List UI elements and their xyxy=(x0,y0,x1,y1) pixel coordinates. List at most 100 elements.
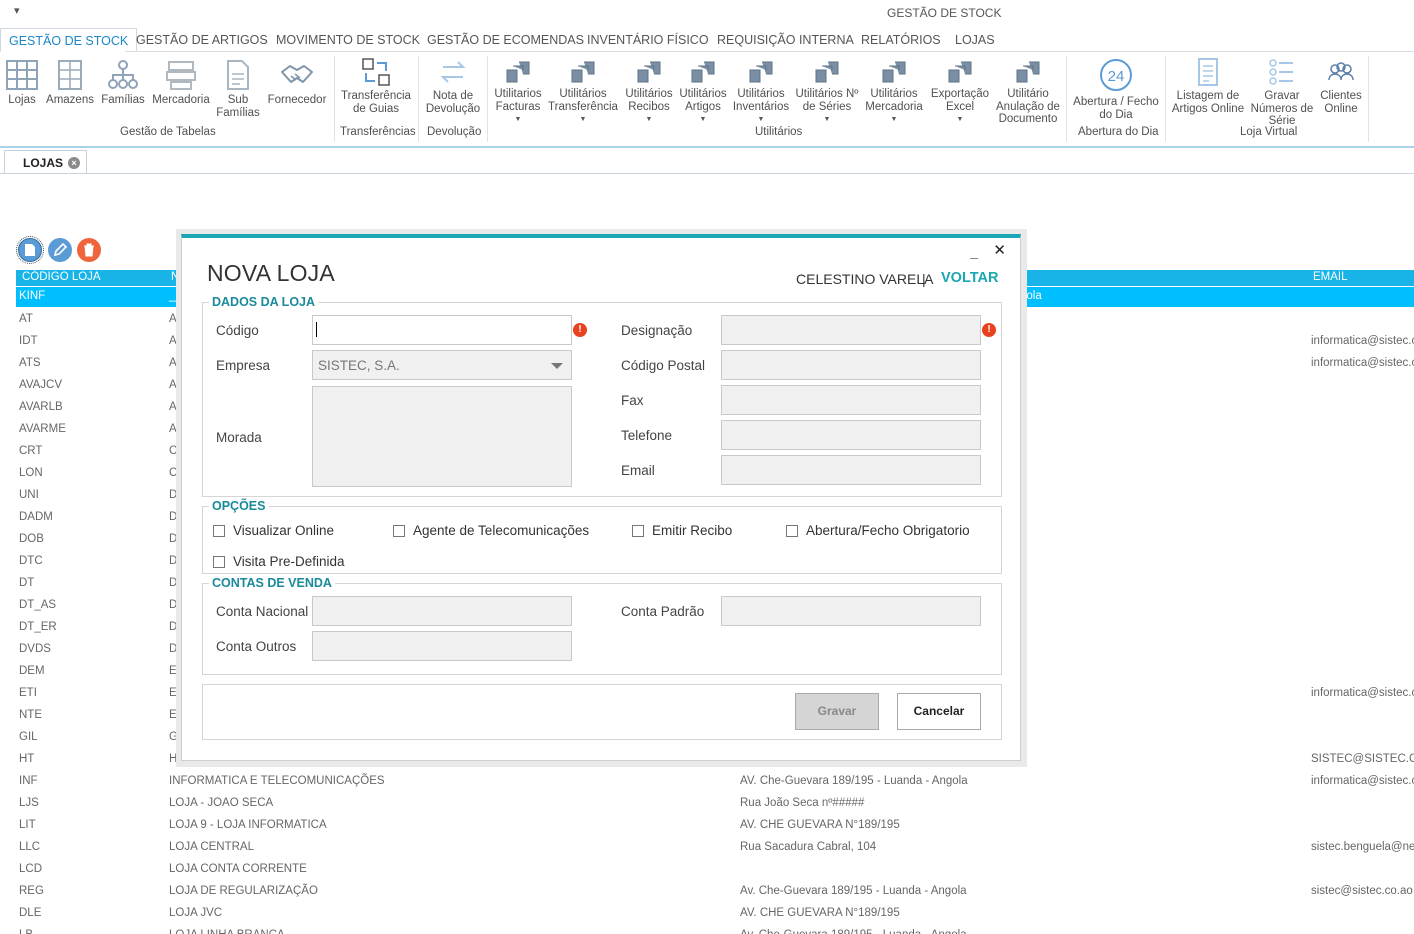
utilitarios-inventarios-button[interactable]: Utilitários Inventários ▼ xyxy=(730,58,792,127)
delete-record-button[interactable] xyxy=(77,238,101,262)
utilitarios-inventarios-label-1: Utilitários xyxy=(737,88,785,100)
table-row[interactable]: LJS LOJA - JOAO SECA Rua João Seca nº##### xyxy=(16,793,1414,815)
conta-nacional-field[interactable] xyxy=(312,596,572,626)
tab-gestao-de-stock[interactable]: GESTÃO DE STOCK xyxy=(0,28,138,52)
familias-button[interactable]: Famílias xyxy=(100,60,146,107)
voltar-link[interactable]: VOLTAR xyxy=(941,270,998,286)
cell-address: AV. CHE GUEVARA N°189/195 xyxy=(740,907,900,919)
cell-name: LOJA JVC xyxy=(169,907,223,919)
transferencia-guias-button[interactable]: Transferência de Guias xyxy=(338,58,414,115)
utilitarios-artigos-button[interactable]: Utilitários Artigos ▼ xyxy=(678,58,728,127)
checkbox-box[interactable] xyxy=(393,524,405,537)
new-record-button[interactable] xyxy=(16,236,44,264)
empresa-select[interactable]: SISTEC, S.A. xyxy=(312,350,572,380)
utilitarios-transferencia-label-1: Utilitários xyxy=(559,88,607,100)
boxes-icon xyxy=(166,61,196,90)
cell-code: AT xyxy=(19,313,33,325)
conta-outros-field[interactable] xyxy=(312,631,572,661)
cell-email: informatica@sistec.c xyxy=(1311,775,1414,787)
gravar-numeros-serie-button[interactable]: Gravar Números de Série xyxy=(1248,58,1316,128)
table-row[interactable]: INF INFORMATICA E TELECOMUNICAÇÕES AV. Che… xyxy=(16,771,1414,793)
nota-devolucao-button[interactable]: Nota de Devolução xyxy=(420,58,486,115)
gravar-numeros-label-2: Números de xyxy=(1250,102,1314,115)
list-document-icon xyxy=(1198,58,1218,86)
table-row[interactable]: LCD LOJA CONTA CORRENTE xyxy=(16,859,1414,881)
clientes-online-button[interactable]: Clientes Online xyxy=(1316,58,1366,115)
sub-familias-button[interactable]: Sub Famílias xyxy=(214,60,262,119)
fax-field[interactable] xyxy=(721,385,981,415)
stack-icon xyxy=(691,61,715,83)
table-row[interactable]: REG LOJA DE REGULARIZAÇÃO Av. Che-Guevara … xyxy=(16,881,1414,903)
chevron-down-icon: ▼ xyxy=(699,116,707,123)
transferencia-label-1: Transferência xyxy=(341,90,411,102)
designacao-field[interactable] xyxy=(721,315,981,345)
group-separator xyxy=(1165,56,1166,142)
cell-email: sistec.benguela@ne xyxy=(1311,841,1414,853)
minimize-button[interactable]: _ xyxy=(970,244,978,260)
utilitarios-transferencia-button[interactable]: Utilitários Transferência ▼ xyxy=(546,58,620,127)
codigo-postal-field[interactable] xyxy=(721,350,981,380)
contas-venda-section: CONTAS DE VENDA Conta Nacional Conta Out… xyxy=(202,576,1002,675)
cell-email: informatica@sistec.c xyxy=(1311,687,1414,699)
checkbox-box[interactable] xyxy=(213,524,225,537)
cell-name: INFORMATICA E TELECOMUNICAÇÕES xyxy=(169,775,385,787)
abertura-fecho-checkbox[interactable]: Abertura/Fecho Obrigatorio xyxy=(786,523,970,538)
tab-relatorios[interactable]: RELATÓRIOS xyxy=(853,28,949,52)
column-header-code[interactable]: CÓDIGO LOJA xyxy=(22,271,101,283)
conta-padrao-field[interactable] xyxy=(721,596,981,626)
utilitarios-mercadoria-button[interactable]: Utilitários Mercadoria ▼ xyxy=(862,58,926,127)
exportacao-excel-button[interactable]: Exportação Excel ▼ xyxy=(928,58,992,127)
tab-inventario-fisico[interactable]: INVENTÁRIO FÍSICO xyxy=(579,28,717,52)
cell-code: DLE xyxy=(19,907,42,919)
email-field[interactable] xyxy=(721,455,981,485)
amazens-button[interactable]: Amazens xyxy=(44,60,96,107)
utilitarios-recibos-label-1: Utilitários xyxy=(625,88,673,100)
cell-email: informatica@sistec.c xyxy=(1311,335,1414,347)
checkbox-box[interactable] xyxy=(632,524,644,537)
checkbox-box[interactable] xyxy=(786,524,798,537)
utilitarios-series-button[interactable]: Utilitários Nº de Séries ▼ xyxy=(794,58,860,127)
document-tab-lojas[interactable]: LOJAS × xyxy=(4,150,88,174)
lojas-button[interactable]: Lojas xyxy=(2,60,42,107)
gravar-button[interactable]: Gravar xyxy=(795,693,879,730)
quick-access-dropdown[interactable]: ▾ xyxy=(14,4,20,17)
utilitarios-recibos-button[interactable]: Utilitários Recibos ▼ xyxy=(622,58,676,127)
abertura-fecho-label-2: do Dia xyxy=(1099,108,1133,121)
tab-gestao-de-artigos[interactable]: GESTÃO DE ARTIGOS xyxy=(128,28,276,52)
fornecedor-button[interactable]: Fornecedor xyxy=(264,60,330,107)
table-row[interactable]: LIT LOJA 9 - LOJA INFORMATICA AV. CHE GUEV… xyxy=(16,815,1414,837)
tab-lojas[interactable]: LOJAS xyxy=(947,28,1003,52)
close-icon[interactable]: × xyxy=(68,156,81,169)
cell-code: UNI xyxy=(19,489,39,501)
cancelar-button[interactable]: Cancelar xyxy=(897,693,981,730)
close-button[interactable]: ✕ xyxy=(993,241,1006,259)
checkbox-box[interactable] xyxy=(213,555,225,568)
emitir-recibo-checkbox[interactable]: Emitir Recibo xyxy=(632,523,732,538)
column-header-email[interactable]: EMAIL xyxy=(1313,271,1348,283)
telefone-field[interactable] xyxy=(721,420,981,450)
abertura-fecho-dia-button[interactable]: 24 Abertura / Fecho do Dia xyxy=(1068,58,1164,121)
morada-field[interactable] xyxy=(312,386,572,487)
edit-record-button[interactable] xyxy=(48,238,72,262)
tab-movimento-de-stock[interactable]: MOVIMENTO DE STOCK xyxy=(268,28,428,52)
listagem-artigos-online-button[interactable]: Listagem de Artigos Online xyxy=(1168,58,1248,115)
new-document-icon xyxy=(25,244,35,256)
table-row[interactable]: LLC LOJA CENTRAL Rua Sacadura Cabral, 104 s… xyxy=(16,837,1414,859)
utilitario-anulacao-button[interactable]: Utilitário Anulação de Documento xyxy=(994,58,1062,126)
utilitarios-facturas-button[interactable]: Utilitarios Facturas ▼ xyxy=(490,58,546,127)
tab-gestao-de-ecomendas[interactable]: GESTÃO DE ECOMENDAS xyxy=(419,28,592,52)
agente-telecom-checkbox[interactable]: Agente de Telecomunicações xyxy=(393,523,589,538)
ribbon-tabs: GESTÃO DE STOCK GESTÃO DE ARTIGOS MOVIME… xyxy=(0,28,1414,52)
abertura-fecho-obrigatorio-label: Abertura/Fecho Obrigatorio xyxy=(806,523,970,538)
mercadoria-button[interactable]: Mercadoria xyxy=(150,60,212,107)
table-row[interactable]: DLE LOJA JVC AV. CHE GUEVARA N°189/195 xyxy=(16,903,1414,925)
visita-predefinida-checkbox[interactable]: Visita Pre-Definida xyxy=(213,554,345,569)
codigo-field[interactable] xyxy=(312,315,572,345)
visualizar-online-checkbox[interactable]: Visualizar Online xyxy=(213,523,334,538)
grid-icon xyxy=(6,60,38,90)
conta-outros-label: Conta Outros xyxy=(216,639,297,654)
table-row[interactable]: LB LOJA LINHA BRANCA Av. Che-Guevara 189/1… xyxy=(16,925,1414,934)
nota-devolucao-label-2: Devolução xyxy=(425,102,481,115)
tab-requisicao-interna[interactable]: REQUISIÇÃO INTERNA xyxy=(709,28,862,52)
cell-code: DT_AS xyxy=(19,599,57,611)
